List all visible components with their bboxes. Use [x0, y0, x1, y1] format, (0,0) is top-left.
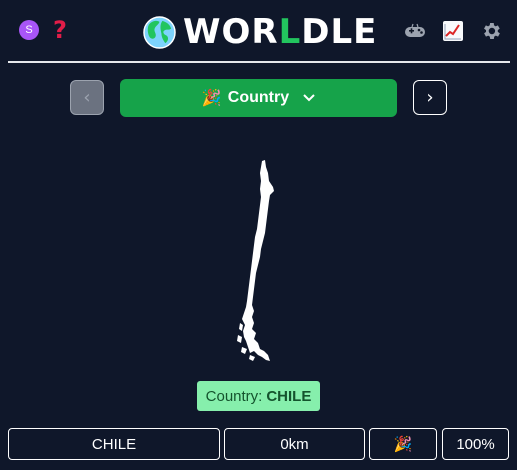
chevron-down-icon	[303, 91, 315, 105]
header-right-group	[404, 20, 502, 42]
app-header: S ? WORLDLE	[8, 0, 510, 63]
mode-label: Country	[227, 89, 290, 106]
guess-row: CHILE 0km 🎉 100%	[0, 428, 517, 460]
gamepad-icon[interactable]	[404, 20, 426, 42]
gear-icon[interactable]	[480, 20, 502, 42]
globe-icon	[143, 15, 176, 49]
guess-direction-cell: 🎉	[369, 428, 437, 460]
country-nav-row: ‹ 🎉 Country ›	[0, 79, 517, 117]
party-popper-icon: 🎉	[201, 90, 222, 107]
guess-distance-cell: 0km	[224, 428, 365, 460]
guess-proximity-cell: 100%	[442, 428, 509, 460]
previous-button[interactable]: ‹	[70, 80, 104, 115]
header-left-group: S ?	[19, 18, 67, 42]
stats-chart-icon[interactable]	[442, 20, 464, 42]
logo-text: WORLDLE	[183, 13, 377, 51]
guess-country-cell: CHILE	[8, 428, 220, 460]
next-button[interactable]: ›	[413, 80, 447, 115]
mode-dropdown-button[interactable]: 🎉 Country	[120, 79, 397, 117]
logo-prefix: WOR	[183, 12, 279, 52]
answer-badge: Country: CHILE	[197, 381, 320, 411]
country-outline-map	[237, 160, 274, 361]
answer-label: Country:	[205, 387, 263, 405]
answer-value: CHILE	[266, 387, 312, 405]
avatar-icon[interactable]: S	[19, 20, 39, 40]
logo: WORLDLE	[143, 13, 377, 51]
logo-highlight: L	[278, 12, 302, 52]
logo-suffix: DLE	[301, 12, 378, 52]
help-icon[interactable]: ?	[53, 18, 67, 42]
